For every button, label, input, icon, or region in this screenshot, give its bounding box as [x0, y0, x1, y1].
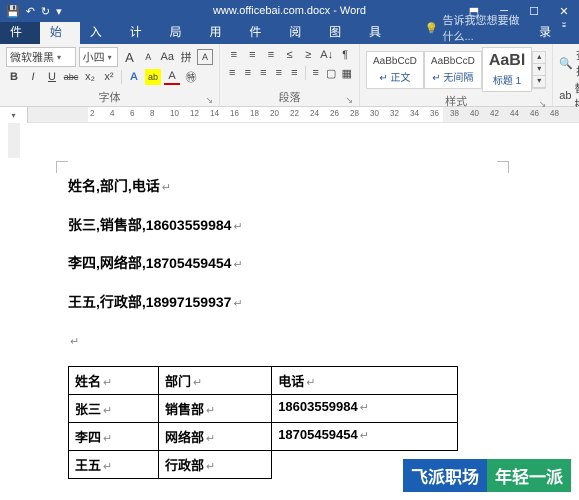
- document-table[interactable]: 姓名↵ 部门↵ 电话↵ 张三↵ 销售部↵ 18603559984↵ 李四↵ 网络…: [68, 366, 458, 479]
- shading-button[interactable]: ▢: [325, 65, 338, 81]
- multilevel-button[interactable]: ≡: [263, 47, 279, 63]
- phonetic-button[interactable]: 拼: [178, 49, 194, 65]
- show-marks-button[interactable]: ¶: [337, 47, 353, 63]
- redo-icon[interactable]: ↻: [41, 5, 50, 18]
- document-page[interactable]: 姓名,部门,电话↵ 张三,销售部,18603559984↵ 李四,网络部,187…: [28, 123, 579, 500]
- style-normal[interactable]: AaBbCcD↵ 正文: [366, 51, 424, 89]
- chevron-down-icon[interactable]: ▾: [533, 64, 545, 76]
- table-row: 姓名↵ 部门↵ 电话↵: [69, 366, 458, 394]
- text-effects-button[interactable]: A: [126, 69, 142, 85]
- font-launcher-icon[interactable]: ↘: [205, 95, 213, 106]
- circled-char-button[interactable]: ㊕: [183, 69, 199, 85]
- tell-me[interactable]: 💡 告诉我您想要做什么...: [425, 12, 529, 44]
- qat-more-icon[interactable]: ▾: [56, 5, 62, 18]
- tell-me-text: 告诉我您想要做什么...: [443, 12, 530, 44]
- highlight-button[interactable]: ab: [145, 69, 161, 85]
- styles-scroll[interactable]: ▴ ▾ ▾: [532, 51, 546, 89]
- subscript-button[interactable]: x₂: [82, 69, 98, 85]
- bold-button[interactable]: B: [6, 69, 22, 85]
- align-left-button[interactable]: ≡: [226, 65, 239, 81]
- sort-button[interactable]: A↓: [319, 47, 335, 63]
- styles-more-icon[interactable]: ▾: [533, 76, 545, 88]
- document-title: www.officebai.com.docx - Word: [213, 5, 366, 17]
- ruler-corner: ▾: [0, 107, 28, 123]
- underline-button[interactable]: U: [44, 69, 60, 85]
- strike-button[interactable]: abc: [63, 69, 79, 85]
- text-line[interactable]: 姓名,部门,电话: [68, 178, 160, 194]
- ruler-bar: ▾ 24681012141618202224262830323436384042…: [0, 107, 579, 123]
- para-launcher-icon[interactable]: ↘: [345, 95, 353, 106]
- table-row: 李四↵ 网络部↵ 18705459454↵: [69, 422, 458, 450]
- paragraph-group-label: 段落↘: [226, 88, 353, 106]
- char-border-button[interactable]: A: [197, 49, 213, 65]
- line-spacing-button[interactable]: ≡: [309, 65, 322, 81]
- align-right-button[interactable]: ≡: [257, 65, 270, 81]
- indent-button[interactable]: ≥: [300, 47, 316, 63]
- text-line[interactable]: 王五,行政部,18997159937: [68, 294, 231, 310]
- borders-button[interactable]: ▦: [341, 65, 354, 81]
- superscript-button[interactable]: x²: [101, 69, 117, 85]
- styles-group: AaBbCcD↵ 正文 AaBbCcD↵ 无间隔 AaBl标题 1 ▴ ▾ ▾ …: [360, 44, 553, 106]
- grow-font-button[interactable]: A: [121, 49, 137, 65]
- italic-button[interactable]: I: [25, 69, 41, 85]
- font-color-button[interactable]: A: [164, 69, 180, 85]
- table-row: 王五↵ 行政部↵: [69, 450, 458, 478]
- numbering-button[interactable]: ≡: [245, 47, 261, 63]
- document-text[interactable]: 姓名,部门,电话↵ 张三,销售部,18603559984↵ 李四,网络部,187…: [68, 173, 579, 354]
- undo-icon[interactable]: ↶: [26, 5, 35, 18]
- font-name-combo[interactable]: 微软雅黑▾: [6, 47, 76, 67]
- watermark-left: 飞派职场: [403, 459, 487, 492]
- horizontal-ruler[interactable]: 2468101214161820222426283032343638404244…: [28, 107, 579, 123]
- dedent-button[interactable]: ≤: [282, 47, 298, 63]
- chevron-up-icon[interactable]: ▴: [533, 52, 545, 64]
- paragraph-group: ≡ ≡ ≡ ≤ ≥ A↓ ¶ ≡ ≡ ≡ ≡ ≡ ≡ ▢ ▦ 段落↘: [220, 44, 360, 106]
- change-case-button[interactable]: Aa: [159, 49, 175, 65]
- editing-group: 🔍查找 ab替换 ▭选择 编辑: [553, 44, 579, 106]
- workspace: 姓名,部门,电话↵ 张三,销售部,18603559984↵ 李四,网络部,187…: [0, 123, 579, 500]
- bullets-button[interactable]: ≡: [226, 47, 242, 63]
- text-line[interactable]: 张三,销售部,18603559984: [68, 217, 231, 233]
- watermark: 飞派职场 年轻一派: [403, 459, 571, 492]
- align-dist-button[interactable]: ≡: [288, 65, 301, 81]
- font-size-combo[interactable]: 小四▾: [79, 47, 119, 67]
- find-button[interactable]: 🔍查找: [559, 47, 579, 79]
- vertical-ruler[interactable]: [0, 123, 28, 500]
- align-center-button[interactable]: ≡: [242, 65, 255, 81]
- text-line[interactable]: 李四,网络部,18705459454: [68, 255, 231, 271]
- style-no-spacing[interactable]: AaBbCcD↵ 无间隔: [424, 51, 482, 89]
- ribbon: 微软雅黑▾ 小四▾ A A Aa 拼 A B I U abc x₂ x² A a…: [0, 44, 579, 107]
- table-row: 张三↵ 销售部↵ 18603559984↵: [69, 394, 458, 422]
- bulb-icon: 💡: [425, 22, 439, 35]
- quick-access-toolbar: 💾 ↶ ↻ ▾: [0, 5, 62, 18]
- shrink-font-button[interactable]: A: [140, 49, 156, 65]
- font-group-label: 字体↘: [6, 88, 213, 106]
- style-heading1[interactable]: AaBl标题 1: [482, 47, 532, 92]
- watermark-right: 年轻一派: [487, 459, 571, 492]
- align-justify-button[interactable]: ≡: [273, 65, 286, 81]
- font-group: 微软雅黑▾ 小四▾ A A Aa 拼 A B I U abc x₂ x² A a…: [0, 44, 220, 106]
- save-icon[interactable]: 💾: [6, 5, 20, 18]
- close-icon[interactable]: ✕: [549, 5, 579, 18]
- ribbon-tabs: 文件 开始 插入 设计 布局 引用 邮件 审阅 视图 开发工具 💡 告诉我您想要…: [0, 22, 579, 44]
